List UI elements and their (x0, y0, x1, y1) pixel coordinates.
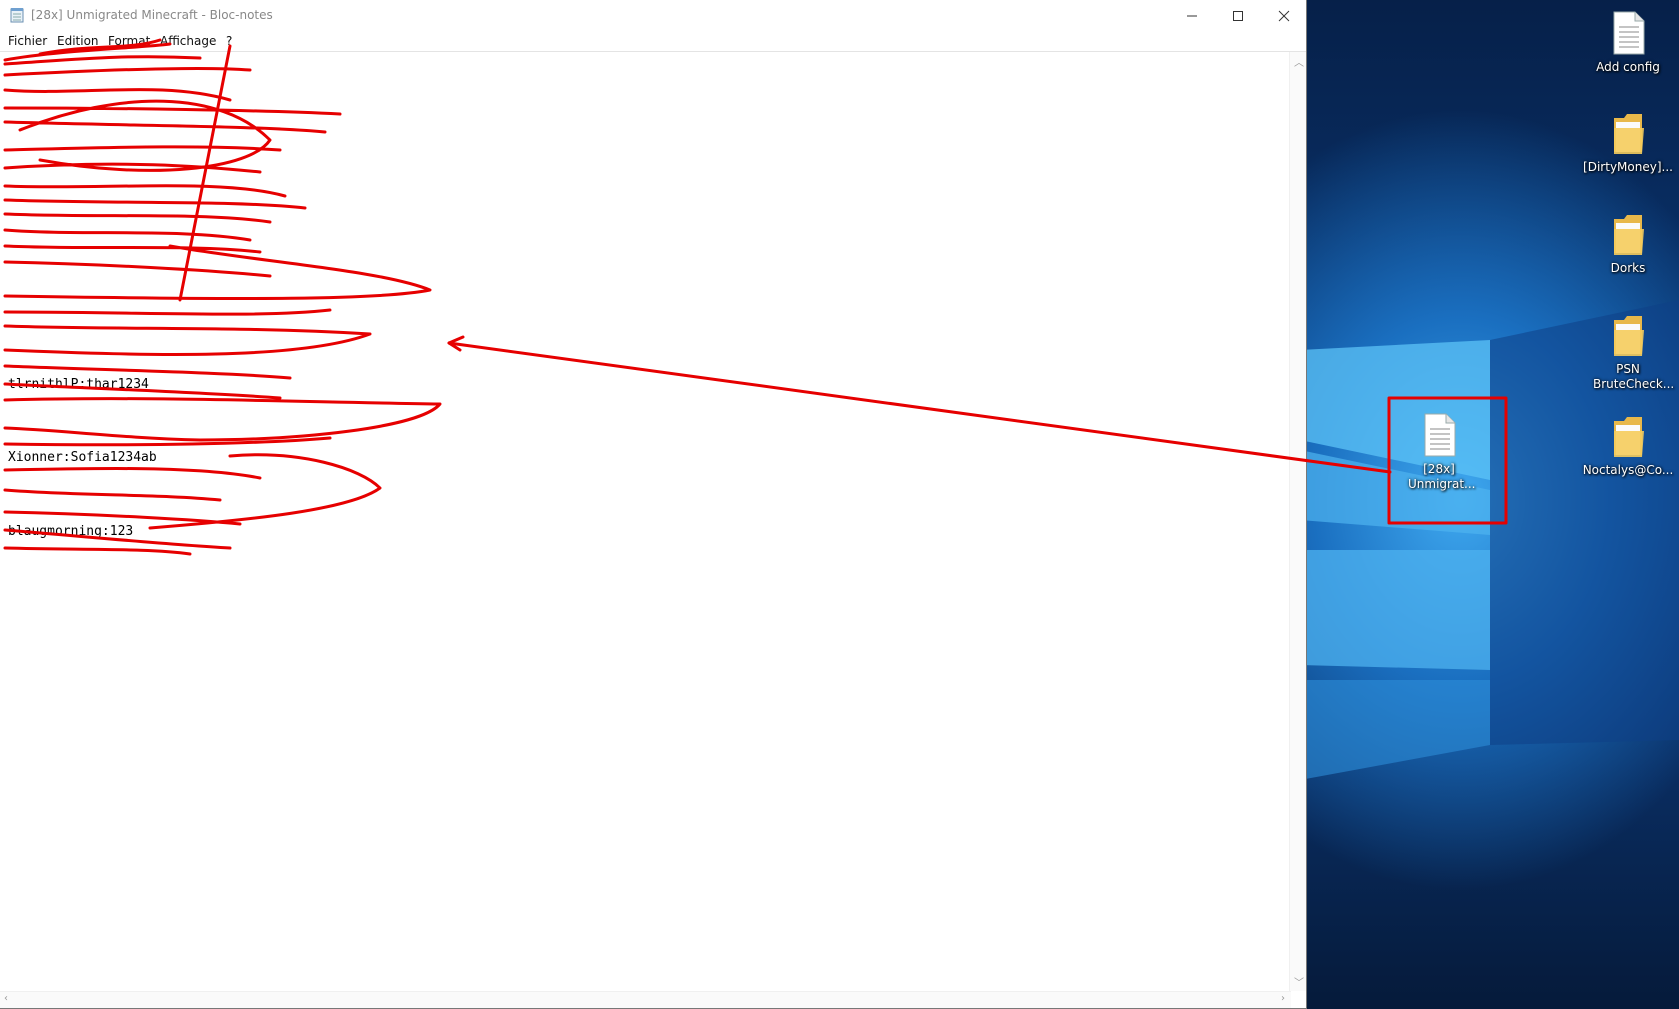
vertical-scrollbar[interactable]: ︿ ﹀ (1289, 52, 1306, 991)
folder-icon (1614, 215, 1644, 255)
menu-bar: Fichier Edition Format Affichage ? (0, 31, 1306, 52)
desktop-icon-label: [28x] Unmigrat... (1408, 462, 1476, 491)
desktop-icon-label: PSN BruteCheck... (1593, 362, 1675, 391)
scroll-up-icon[interactable]: ︿ (1294, 54, 1304, 69)
window-title: [28x] Unmigrated Minecraft - Bloc-notes (31, 8, 273, 22)
scroll-down-icon[interactable]: ﹀ (1294, 974, 1304, 989)
close-icon (1278, 10, 1290, 21)
minimize-button[interactable] (1169, 0, 1215, 31)
desktop-icon-label: [DirtyMoney]... (1583, 160, 1673, 174)
scroll-left-icon[interactable]: ‹ (4, 993, 8, 1004)
menu-format[interactable]: Format (108, 34, 150, 48)
desktop-icon-label: Dorks (1610, 261, 1646, 275)
desktop-icon-add-config[interactable]: Add config (1582, 10, 1674, 75)
editor-line: Xionner:Sofia1234ab (8, 450, 157, 465)
desktop-icon-28x-unmigrated[interactable]: [28x] Unmigrat... (1393, 412, 1485, 492)
title-bar[interactable]: [28x] Unmigrated Minecraft - Bloc-notes (0, 0, 1306, 31)
horizontal-scrollbar[interactable]: ‹ › (0, 991, 1291, 1008)
menu-affichage[interactable]: Affichage (160, 34, 216, 48)
editor-line: tlrnithlP:thar1234 (8, 377, 149, 392)
desktop-icon-noctalys[interactable]: Noctalys@Co... (1582, 413, 1674, 478)
minimize-icon (1187, 15, 1197, 16)
desktop-icon-dorks[interactable]: Dorks (1582, 211, 1674, 276)
folder-icon (1614, 316, 1644, 356)
document-icon (1424, 413, 1456, 457)
notepad-window: [28x] Unmigrated Minecraft - Bloc-notes … (0, 0, 1307, 1009)
menu-fichier[interactable]: Fichier (8, 34, 47, 48)
desktop-icon-label: Noctalys@Co... (1582, 463, 1674, 477)
notepad-icon (10, 8, 24, 23)
scroll-right-icon[interactable]: › (1281, 993, 1285, 1004)
close-button[interactable] (1261, 0, 1307, 31)
text-editor[interactable]: Xionner:Sofia1234ab blaugmorning:123 tlr… (0, 52, 1291, 991)
menu-help[interactable]: ? (226, 34, 232, 48)
folder-icon (1614, 114, 1644, 154)
desktop-icon-psn-brutecheck[interactable]: PSN BruteCheck... (1582, 312, 1674, 392)
editor-line: blaugmorning:123 (8, 524, 134, 539)
maximize-button[interactable] (1215, 0, 1261, 31)
desktop-icon-dirtymoney[interactable]: [DirtyMoney]... (1582, 110, 1674, 175)
menu-edition[interactable]: Edition (57, 34, 99, 48)
desktop-icon-label: Add config (1596, 60, 1660, 74)
folder-icon (1614, 417, 1644, 457)
document-icon (1613, 11, 1645, 55)
maximize-icon (1233, 10, 1243, 21)
